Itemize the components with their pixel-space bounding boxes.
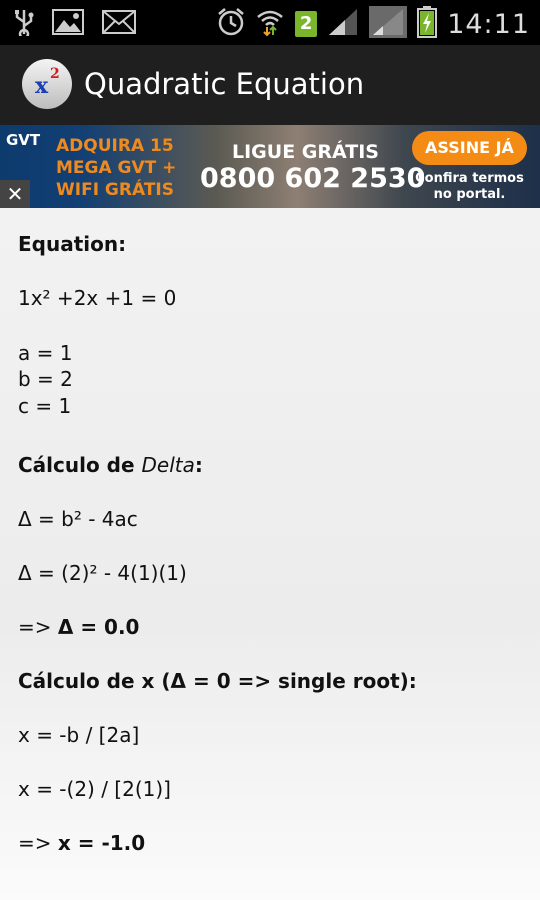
ad-terms-text: Confira termos no portal. [415,171,524,202]
app-title: Quadratic Equation [84,67,365,101]
sim-badge-icon: 2 [295,11,318,37]
battery-charging-icon [417,6,438,42]
signal-icon [369,6,408,42]
equation-heading: Equation: [18,232,127,256]
x-result-value: x = -1.0 [57,831,146,855]
wifi-icon [255,7,285,41]
delta-formula: Δ = b² - 4ac [18,507,138,531]
ad-promo-line: MEGA GVT + [56,158,177,178]
mail-icon [102,10,136,38]
coefficient-c: c = 1 [18,394,72,418]
delta-heading-prefix: Cálculo de [18,453,142,477]
delta-heading: Cálculo de Delta: [18,453,203,477]
ad-phone-number: 0800 602 2530 [200,163,426,194]
delta-result: => Δ = 0.0 [18,615,139,639]
signal-icon [327,7,359,41]
clock: 14:11 [447,8,530,40]
x-heading: Cálculo de x (Δ = 0 => single root): [18,669,417,693]
x-result-prefix: => [18,831,58,855]
image-icon [52,9,84,39]
ad-banner[interactable]: GVT ✕ ADQUIRA 15 MEGA GVT + WIFI GRÁTIS … [0,125,540,208]
app-logo-base: x [35,73,49,99]
delta-heading-suffix: : [194,453,203,477]
equation-text: 1x² +2x +1 = 0 [18,286,177,310]
app-logo-exponent: 2 [50,66,60,82]
ad-logo: GVT [6,131,41,149]
ad-promo-line: ADQUIRA 15 [56,136,174,156]
ad-subscribe-button[interactable]: ASSINE JÁ [412,131,527,165]
delta-substituted: Δ = (2)² - 4(1)(1) [18,561,187,585]
app-logo-icon[interactable]: x 2 [22,59,72,109]
x-formula: x = -b / [2a] [18,723,140,747]
usb-icon [14,8,34,40]
solution-content: Equation: 1x² +2x +1 = 0 a = 1 b = 2 c =… [0,208,540,900]
delta-result-prefix: => [18,615,58,639]
delta-result-value: Δ = 0.0 [57,615,140,639]
coefficient-b: b = 2 [18,367,73,391]
ad-promo-line: WIFI GRÁTIS [56,180,174,200]
ad-close-button[interactable]: ✕ [0,180,30,208]
x-result: => x = -1.0 [18,831,145,855]
alarm-icon [217,7,245,41]
coefficient-a: a = 1 [18,341,73,365]
x-substituted: x = -(2) / [2(1)] [18,777,171,801]
status-bar: 2 14:11 [0,0,540,45]
ad-ligue-text: LIGUE GRÁTIS [232,141,379,163]
delta-heading-word: Delta [141,453,195,477]
ad-promo-text: ADQUIRA 15 MEGA GVT + WIFI GRÁTIS [56,135,186,201]
action-bar: x 2 Quadratic Equation [0,45,540,125]
